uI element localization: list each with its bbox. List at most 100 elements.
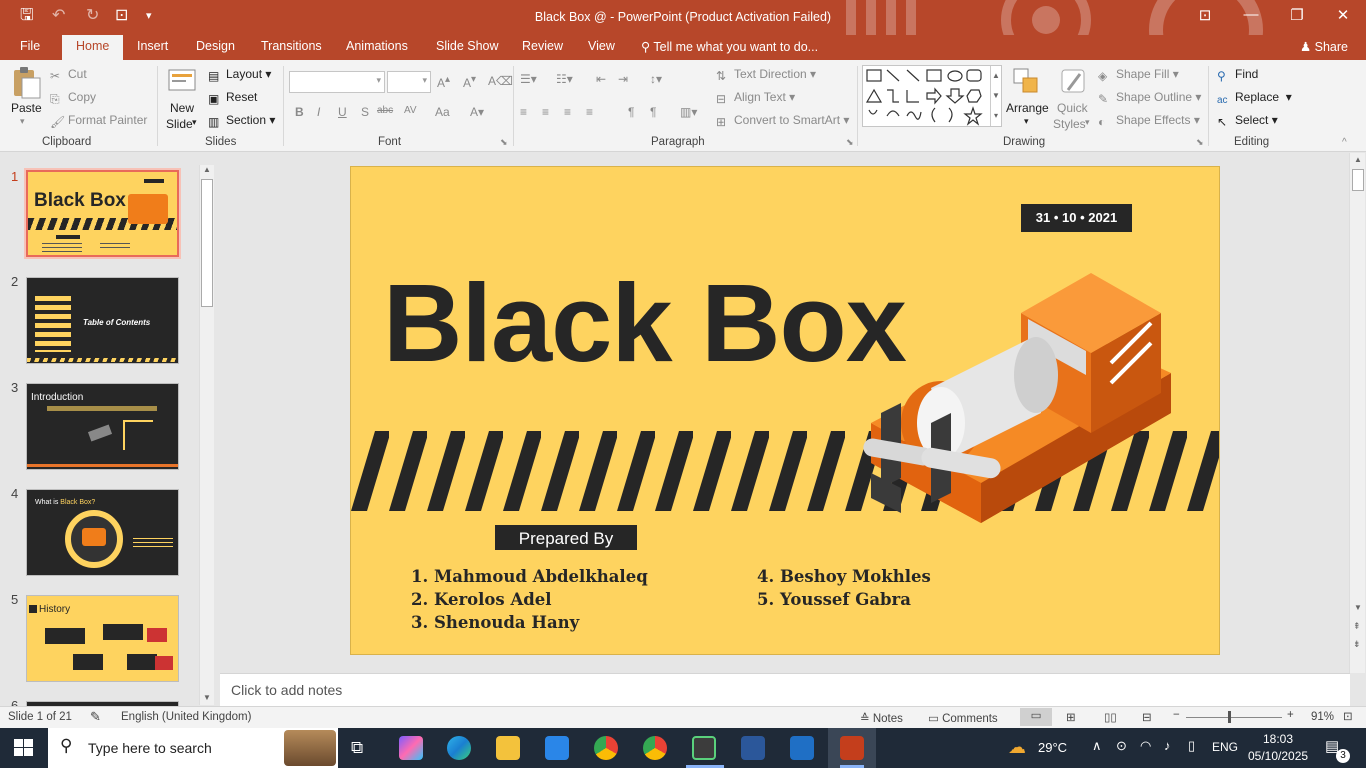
- arrange-dropdown-icon[interactable]: ▾: [1024, 116, 1029, 127]
- select-button[interactable]: ↖ Select ▾: [1217, 113, 1278, 129]
- new-slide-label-2[interactable]: Slide: [166, 117, 193, 131]
- tab-transitions[interactable]: Transitions: [261, 39, 322, 53]
- slide-sorter-icon[interactable]: ⊞: [1066, 710, 1076, 724]
- align-text-button[interactable]: ⊟ Align Text ▾: [716, 90, 795, 106]
- cut-button[interactable]: ✂ Cut: [50, 67, 87, 83]
- wifi-icon[interactable]: ◠: [1140, 738, 1151, 754]
- reading-view-icon[interactable]: ▯▯: [1104, 710, 1117, 724]
- shadow-button[interactable]: S: [361, 105, 369, 119]
- collapse-ribbon-icon[interactable]: ^: [1342, 137, 1347, 148]
- copilot-icon[interactable]: [399, 736, 423, 760]
- scroll-up-icon[interactable]: ▲: [1354, 155, 1362, 164]
- document-app-icon[interactable]: [790, 736, 814, 760]
- scroll-down-icon[interactable]: ▼: [203, 693, 211, 702]
- fit-to-window-icon[interactable]: ⊡: [1343, 709, 1353, 723]
- drawing-dialog-launcher-icon[interactable]: ⬊: [1196, 137, 1204, 148]
- paste-icon[interactable]: [10, 66, 42, 100]
- zoom-slider[interactable]: [1186, 717, 1282, 718]
- replace-button[interactable]: ac Replace ▾: [1217, 90, 1292, 107]
- quick-styles-dropdown-icon[interactable]: ▾: [1085, 117, 1090, 128]
- media-app-icon[interactable]: [692, 736, 716, 760]
- members-list-left[interactable]: 1. Mahmoud Abdelkhaleq 2. Kerolos Adel 3…: [411, 565, 648, 634]
- meet-icon[interactable]: ⊙: [1116, 738, 1127, 754]
- slide-thumbnail-1[interactable]: Black Box: [24, 168, 181, 259]
- shape-fill-button[interactable]: ◈ Shape Fill ▾: [1098, 67, 1179, 83]
- clear-format-icon[interactable]: A⌫: [488, 74, 513, 88]
- word-icon[interactable]: [741, 736, 765, 760]
- shrink-font-icon[interactable]: A▾: [463, 74, 476, 90]
- zoom-in-button[interactable]: +: [1287, 709, 1294, 721]
- align-center-icon[interactable]: ≡: [542, 105, 549, 119]
- language-status[interactable]: English (United Kingdom): [121, 711, 251, 723]
- prepared-by-label[interactable]: Prepared By: [495, 525, 637, 550]
- tab-design[interactable]: Design: [196, 39, 235, 53]
- quick-styles-label-2[interactable]: Styles: [1053, 117, 1086, 131]
- notes-toggle[interactable]: ≙ Notes: [860, 711, 903, 725]
- convert-smartart-button[interactable]: ⊞ Convert to SmartArt ▾: [716, 113, 849, 129]
- align-right-icon[interactable]: ≡: [564, 105, 571, 119]
- tab-review[interactable]: Review: [522, 39, 563, 53]
- shapes-gallery[interactable]: ▲ ▼ ▾: [862, 65, 1002, 127]
- quick-styles-icon[interactable]: [1058, 66, 1088, 98]
- battery-icon[interactable]: ▯: [1188, 738, 1195, 754]
- slide-thumbnail-4[interactable]: What is Black Box?: [26, 489, 179, 576]
- numbering-icon[interactable]: ☷▾: [556, 72, 573, 86]
- section-button[interactable]: ▥ Section ▾: [208, 113, 275, 129]
- rtl-icon[interactable]: ¶: [650, 105, 656, 119]
- chevron-up-icon[interactable]: ∧: [1092, 738, 1102, 754]
- tell-me-search[interactable]: ⚲ Tell me what you want to do...: [641, 39, 818, 54]
- speaker-icon[interactable]: ♪: [1164, 738, 1171, 753]
- tab-animations[interactable]: Animations: [346, 39, 408, 53]
- chrome-icon[interactable]: [594, 736, 618, 760]
- close-button[interactable]: ✕: [1320, 6, 1366, 24]
- thumb-scrollbar[interactable]: ▲ ▼: [199, 165, 214, 705]
- file-explorer-icon[interactable]: [496, 736, 520, 760]
- edge-icon[interactable]: [447, 736, 471, 760]
- shapes-scroll[interactable]: ▲ ▼ ▾: [990, 66, 1001, 126]
- arrange-button[interactable]: Arrange: [1006, 101, 1049, 115]
- grow-font-icon[interactable]: A▴: [437, 74, 450, 90]
- tab-file[interactable]: File: [20, 39, 40, 53]
- text-direction-button[interactable]: ⇅ Text Direction ▾: [716, 67, 816, 83]
- weather-temp[interactable]: 29°C: [1038, 740, 1067, 755]
- clock-date[interactable]: 05/10/2025: [1248, 749, 1308, 763]
- scroll-thumb[interactable]: [1352, 169, 1364, 191]
- slide-scrollbar[interactable]: ▲ ▼ ⇞ ⇟: [1349, 153, 1365, 673]
- shape-effects-button[interactable]: ◐ Shape Effects ▾: [1098, 113, 1200, 129]
- clock-time[interactable]: 18:03: [1263, 732, 1293, 746]
- tab-slideshow[interactable]: Slide Show: [436, 39, 499, 53]
- scroll-thumb[interactable]: [201, 179, 213, 307]
- spellcheck-icon[interactable]: ✎: [90, 709, 101, 725]
- windows-start-icon[interactable]: [14, 739, 34, 757]
- quick-styles-label-1[interactable]: Quick: [1057, 101, 1088, 115]
- zoom-level[interactable]: 91%: [1311, 711, 1334, 723]
- underline-button[interactable]: U: [338, 105, 347, 119]
- next-slide-icon[interactable]: ⇟: [1353, 639, 1361, 650]
- slideshow-view-icon[interactable]: ⊟: [1142, 710, 1152, 724]
- decrease-indent-icon[interactable]: ⇤: [596, 72, 606, 86]
- slide-title[interactable]: Black Box: [383, 264, 907, 384]
- layout-button[interactable]: ▤ Layout ▾: [208, 67, 271, 83]
- copy-button[interactable]: ⎘ Copy: [50, 90, 96, 106]
- slide-thumbnail-5[interactable]: History: [26, 595, 179, 682]
- paragraph-dialog-launcher-icon[interactable]: ⬊: [846, 137, 854, 148]
- change-case-button[interactable]: Aa: [435, 105, 450, 119]
- scroll-up-icon[interactable]: ▲: [203, 165, 211, 174]
- tab-home[interactable]: Home: [62, 35, 124, 60]
- minimize-button[interactable]: —: [1228, 6, 1274, 23]
- font-color-icon[interactable]: A▾: [470, 105, 484, 119]
- weather-icon[interactable]: ☁: [1008, 737, 1026, 758]
- new-slide-label-1[interactable]: New: [170, 101, 194, 115]
- notes-pane[interactable]: Click to add notes: [220, 673, 1350, 706]
- new-slide-dropdown-icon[interactable]: ▾: [192, 117, 197, 128]
- font-dialog-launcher-icon[interactable]: ⬊: [500, 137, 508, 148]
- chrome-profile-icon[interactable]: [643, 736, 667, 760]
- reset-button[interactable]: ▣ Reset: [208, 90, 257, 106]
- scroll-down-icon[interactable]: ▼: [1354, 603, 1362, 612]
- previous-slide-icon[interactable]: ⇞: [1353, 621, 1361, 632]
- justify-icon[interactable]: ≡: [586, 105, 593, 119]
- format-painter-button[interactable]: 🖌 Format Painter: [50, 113, 147, 129]
- tab-insert[interactable]: Insert: [137, 39, 168, 53]
- align-left-icon[interactable]: ≡: [520, 105, 527, 119]
- find-button[interactable]: ⚲ Find: [1217, 67, 1258, 83]
